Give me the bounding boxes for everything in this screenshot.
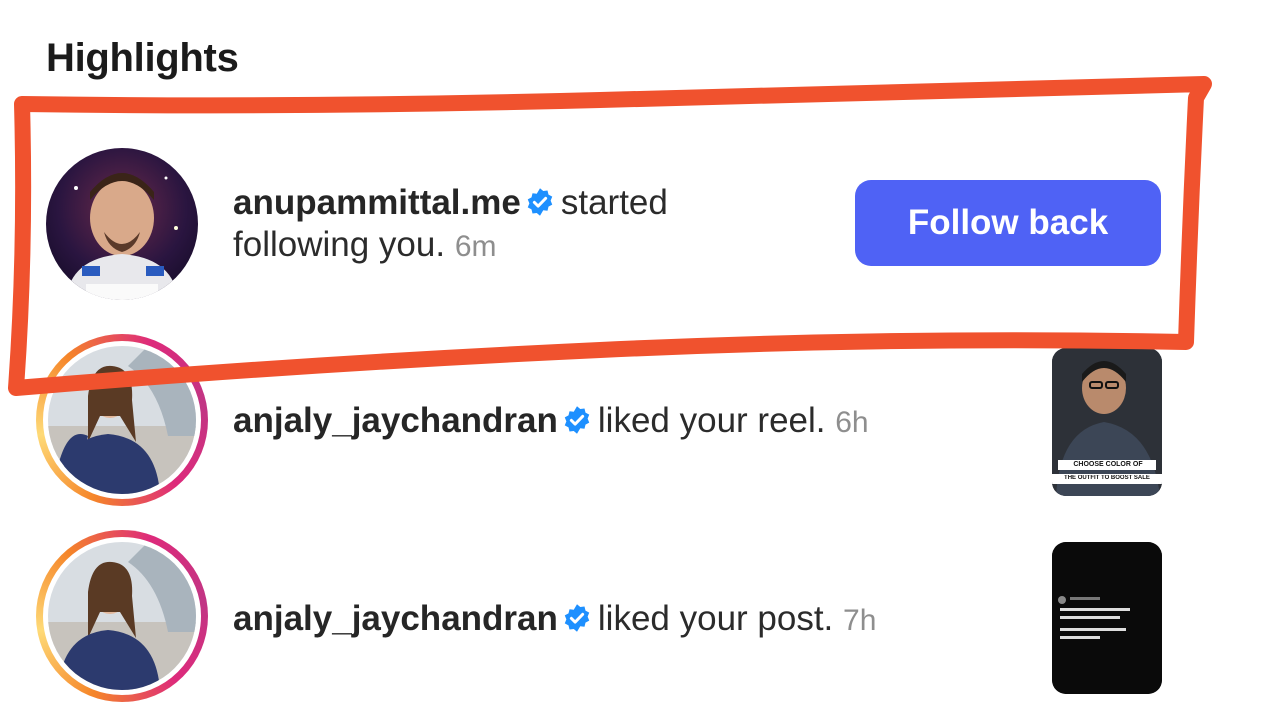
avatar-story[interactable] [36,334,208,506]
notification-text: anupammittal.me started following you. 6m [233,183,668,264]
avatar-photo-icon [48,346,196,494]
username[interactable]: anjaly_jaychandran [233,599,558,638]
thumbnail-caption: CHOOSE COLOR OF [1073,461,1143,468]
avatar[interactable] [46,148,198,300]
reel-thumbnail-image-icon [1052,348,1162,496]
notification-text: anjaly_jaychandran liked your post. 7h [233,599,877,638]
follow-back-button[interactable]: Follow back [855,180,1161,266]
timestamp: 6h [835,406,869,439]
timestamp: 7h [843,604,877,637]
notification-text: anjaly_jaychandran liked your reel. 6h [233,401,869,440]
reel-thumbnail[interactable]: CHOOSE COLOR OF THE OUTFIT TO BOOST SALE [1052,348,1162,496]
verified-badge-icon [564,604,590,632]
verified-badge-icon [527,188,553,216]
thumbnail-caption: THE OUTFIT TO BOOST SALE [1064,475,1150,481]
verified-badge-icon [564,406,590,434]
section-title: Highlights [46,36,239,80]
post-thumbnail[interactable] [1052,542,1162,694]
avatar-story[interactable] [36,530,208,702]
username[interactable]: anupammittal.me [233,183,521,222]
username[interactable]: anjaly_jaychandran [233,401,558,440]
avatar-photo-icon [48,542,196,690]
timestamp: 6m [454,230,497,263]
avatar-photo-icon [46,148,198,300]
post-thumbnail-image-icon [1052,542,1162,694]
